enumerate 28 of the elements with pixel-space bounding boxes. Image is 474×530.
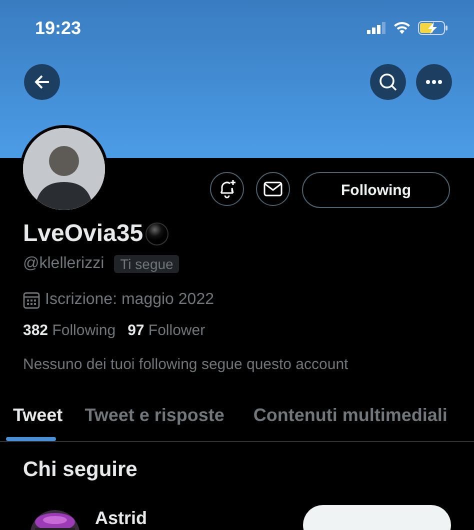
username: @klellerizzi	[23, 255, 104, 273]
mutual-followers-note: Nessuno dei tuoi following segue questo account	[23, 356, 350, 373]
signal-icon	[367, 22, 386, 34]
message-button[interactable]	[256, 172, 290, 206]
calendar-icon	[23, 292, 40, 308]
profile-tab[interactable]: Tweet	[0, 389, 69, 441]
profile-tab[interactable]: Contenuti multimediali	[240, 389, 460, 441]
clock-time: 19:23	[35, 18, 82, 38]
more-button[interactable]	[416, 64, 452, 100]
sphere-icon	[145, 222, 170, 246]
back-button[interactable]	[24, 64, 60, 100]
following-count-link[interactable]: 382 Following	[23, 322, 116, 339]
profile-tab[interactable]: Tweet e risposte	[72, 389, 238, 441]
notification-bell-button[interactable]	[210, 172, 244, 206]
display-name: LveOvia35	[23, 220, 144, 248]
search-icon	[378, 72, 398, 92]
back-arrow-icon	[33, 73, 51, 91]
more-icon	[425, 79, 443, 85]
account-name: Astrid	[95, 508, 148, 529]
following-button[interactable]: Following	[302, 172, 450, 208]
wifi-icon	[394, 22, 410, 34]
section-title: Chi seguire	[23, 458, 138, 482]
follows-you-tag: Ti segue	[114, 255, 180, 273]
battery-charging-icon	[418, 21, 448, 35]
search-button[interactable]	[370, 64, 406, 100]
join-date: Iscrizione: maggio 2022	[45, 291, 214, 309]
followers-count-link[interactable]: 97 Follower	[128, 322, 206, 339]
envelope-icon	[263, 181, 283, 197]
